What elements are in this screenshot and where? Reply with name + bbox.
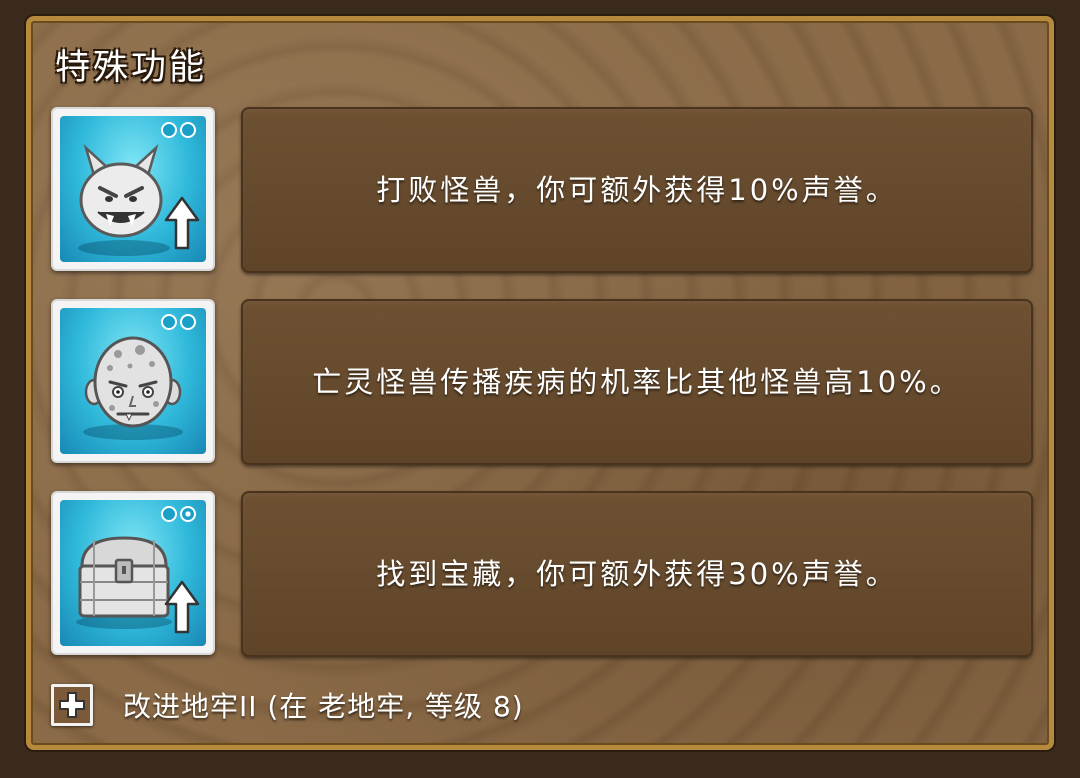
upgrade-requirement-text: 改进地牢II (在 老地牢, 等级 8) (123, 690, 524, 723)
feature-description: 打败怪兽，你可额外获得10%声誉。 (241, 107, 1033, 273)
level-dot (161, 506, 177, 522)
level-indicator (161, 314, 196, 330)
level-dot (180, 122, 196, 138)
feature-row: 打败怪兽，你可额外获得10%声誉。 (51, 107, 1035, 275)
special-features-panel: 特殊功能 打败怪兽，你可额外获得10%声誉。 亡灵怪兽传播疾病的机率比其他怪兽高… (26, 16, 1054, 750)
feature-icon-tile[interactable] (51, 491, 215, 655)
expand-button[interactable] (51, 684, 93, 726)
level-dot-filled (180, 506, 196, 522)
feature-description: 找到宝藏，你可额外获得30%声誉。 (241, 491, 1033, 657)
plus-icon (59, 692, 85, 718)
feature-description: 亡灵怪兽传播疾病的机率比其他怪兽高10%。 (241, 299, 1033, 465)
panel-title: 特殊功能 (55, 48, 208, 88)
feature-row: 亡灵怪兽传播疾病的机率比其他怪兽高10%。 (51, 299, 1035, 467)
feature-icon-tile[interactable] (51, 299, 215, 463)
level-dot (161, 122, 177, 138)
level-dot (161, 314, 177, 330)
feature-icon-tile[interactable] (51, 107, 215, 271)
level-indicator (161, 122, 196, 138)
upgrade-requirement: 改进地牢II (在 老地牢, 等级 8) (51, 681, 524, 729)
level-indicator (161, 506, 196, 522)
level-dot (180, 314, 196, 330)
feature-row: 找到宝藏，你可额外获得30%声誉。 (51, 491, 1035, 659)
